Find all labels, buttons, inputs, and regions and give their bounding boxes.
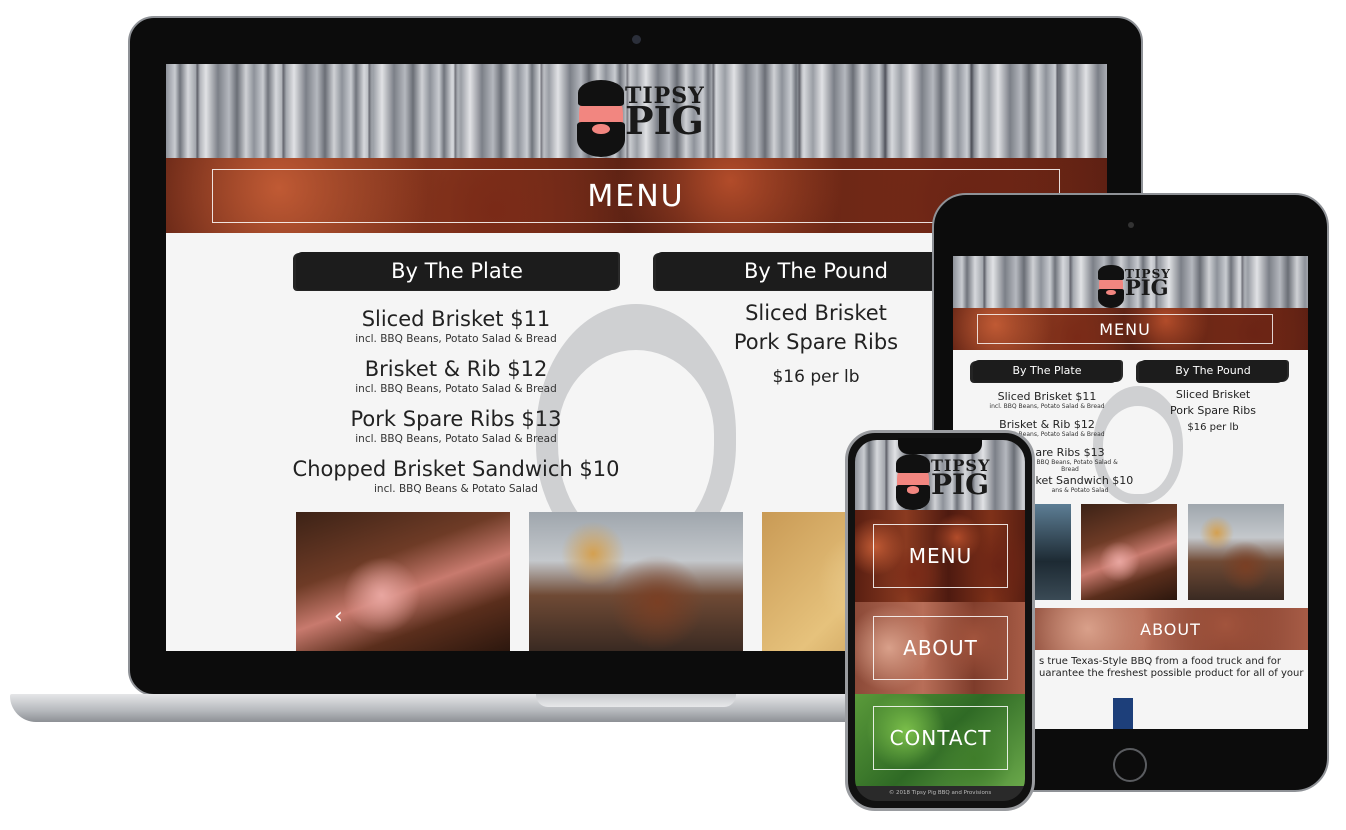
menu-item-desc: incl. BBQ Beans, Potato Salad & Bread: [989, 403, 1105, 410]
tablet-menu-banner-title: MENU: [977, 314, 1273, 344]
texas-map-icon: [1113, 698, 1133, 729]
menu-item-name: Sliced Brisket $11: [361, 307, 551, 331]
about-text-line: s true Texas-Style BBQ from a food truck…: [1039, 656, 1282, 667]
menu-item-desc: ans & Potato Salad: [1051, 487, 1109, 494]
pound-item-name: Sliced Brisket: [1175, 388, 1251, 401]
phone-contact-tile-label: CONTACT: [873, 706, 1008, 770]
site-logo[interactable]: TIPSY PIG: [577, 72, 705, 157]
gallery-photo-brisket[interactable]: [1081, 504, 1177, 600]
phone-logo[interactable]: TIPSY PIG: [895, 448, 990, 511]
about-text-line: uarantee the freshest possible product f…: [1039, 668, 1304, 679]
pound-item: Sliced Brisket: [666, 301, 966, 325]
phone-about-tile[interactable]: ABOUT: [855, 602, 1025, 694]
about-text: s true Texas-Style BBQ from a food truck…: [1039, 656, 1308, 680]
carousel-prev-button[interactable]: ‹: [334, 604, 343, 629]
tablet-logo[interactable]: TIPSY PIG: [1098, 260, 1171, 308]
menu-banner-title: MENU: [212, 169, 1060, 223]
menu-item: Pork Spare Ribs $13 incl. BBQ Beans, Pot…: [256, 407, 656, 445]
laptop-notch: [536, 694, 736, 707]
phone-screen: TIPSY PIG MENU ABOUT CONTACT © 2018 Tips…: [855, 440, 1025, 801]
gallery-photo-plate[interactable]: [529, 512, 743, 651]
by-the-plate-heading: By The Plate: [296, 252, 618, 290]
pound-item-name: Pork Spare Ribs: [1169, 404, 1257, 417]
gallery-photo-truck[interactable]: [1033, 504, 1071, 600]
pig-face-icon: [895, 454, 931, 511]
logo-text-pig: PIG: [931, 467, 990, 501]
pound-item-name: Pork Spare Ribs: [733, 330, 899, 354]
pig-face-icon: [1098, 265, 1124, 308]
tablet-menu-banner: MENU: [953, 308, 1308, 350]
tablet-home-button: [1113, 748, 1147, 782]
menu-item: Sliced Brisket $11 incl. BBQ Beans, Pota…: [256, 307, 656, 345]
phone-menu-tile-label: MENU: [873, 524, 1008, 588]
pound-price: $16 per lb: [1187, 422, 1239, 433]
tablet-by-the-pound-heading: By The Pound: [1139, 360, 1287, 382]
phone-about-tile-label: ABOUT: [873, 616, 1008, 680]
pound-item: Pork Spare Ribs: [666, 330, 966, 354]
pound-item: Sliced Brisket: [1143, 388, 1283, 401]
phone-footer: © 2018 Tipsy Pig BBQ and Provisions: [855, 786, 1025, 801]
pound-price: $16 per lb: [772, 367, 860, 387]
pound-item-name: Sliced Brisket: [745, 301, 887, 325]
phone-contact-tile[interactable]: CONTACT: [855, 694, 1025, 786]
menu-item-name: Sliced Brisket $11: [997, 390, 1097, 403]
menu-item-desc: incl. BBQ Beans, Potato Salad & Bread: [355, 333, 557, 345]
menu-item-desc: incl. BBQ Beans & Potato Salad: [374, 483, 538, 495]
menu-item: Chopped Brisket Sandwich $10 incl. BBQ B…: [256, 457, 656, 495]
tablet-camera: [1128, 222, 1134, 228]
phone-menu-tile[interactable]: MENU: [855, 510, 1025, 602]
tablet-about-banner: ABOUT: [1033, 608, 1308, 650]
menu-item-name: Brisket & Rib $12: [364, 357, 548, 381]
by-the-pound-heading: By The Pound: [656, 252, 976, 290]
pound-item: Pork Spare Ribs: [1143, 404, 1283, 417]
menu-item-desc: incl. BBQ Beans, Potato Salad & Bread: [355, 433, 557, 445]
menu-item-desc: incl. BBQ Beans, Potato Salad & Bread: [355, 383, 557, 395]
menu-item-name: Pork Spare Ribs $13: [350, 407, 562, 431]
menu-item-name: Chopped Brisket Sandwich $10: [292, 457, 620, 481]
tablet-about-banner-title: ABOUT: [1140, 619, 1201, 639]
logo-text-pig: PIG: [625, 98, 704, 144]
menu-item: Sliced Brisket $11 incl. BBQ Beans, Pota…: [967, 390, 1127, 410]
gallery-photo-plate[interactable]: [1188, 504, 1284, 600]
menu-item-name: isket Sandwich $10: [1026, 474, 1134, 487]
menu-item: isket Sandwich $10 ans & Potato Salad: [1025, 474, 1135, 494]
pig-face-icon: [577, 79, 625, 157]
logo-text-pig: PIG: [1125, 275, 1169, 301]
phone-notch: [898, 438, 982, 454]
menu-item: Brisket & Rib $12 incl. BBQ Beans, Potat…: [256, 357, 656, 395]
laptop-camera: [632, 35, 641, 44]
gallery-photo-brisket[interactable]: [296, 512, 510, 651]
tablet-by-the-plate-heading: By The Plate: [973, 360, 1121, 382]
